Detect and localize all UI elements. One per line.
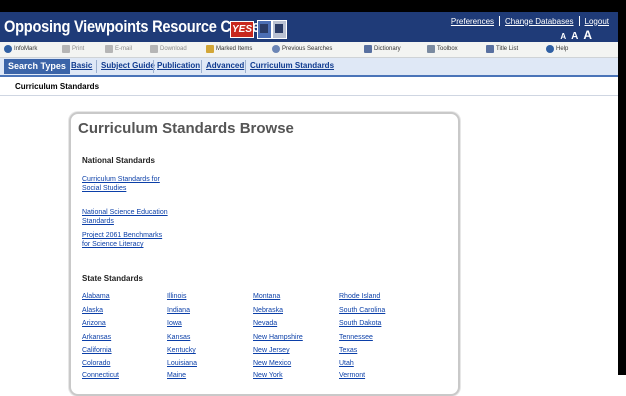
change-databases-link[interactable]: Change Databases bbox=[500, 17, 579, 26]
state-link-texas[interactable]: Texas bbox=[339, 347, 357, 354]
toolbar-label: Help bbox=[556, 46, 569, 52]
tab-divider bbox=[201, 60, 202, 73]
state-link-new-york[interactable]: New York bbox=[253, 372, 283, 379]
previous-searches-button[interactable]: Previous Searches bbox=[272, 45, 332, 53]
tab-subject-guide[interactable]: Subject Guide bbox=[101, 61, 155, 70]
state-link-south-dakota[interactable]: South Dakota bbox=[339, 320, 381, 327]
marked-items-button[interactable]: Marked Items bbox=[206, 45, 252, 53]
logo-tile-icon bbox=[257, 20, 272, 39]
print-button[interactable]: Print bbox=[62, 45, 84, 53]
toolbox-button[interactable]: Toolbox bbox=[427, 45, 458, 53]
state-link-maine[interactable]: Maine bbox=[167, 372, 186, 379]
state-link-vermont[interactable]: Vermont bbox=[339, 372, 365, 379]
marked-items-icon bbox=[206, 45, 214, 53]
state-link-louisiana[interactable]: Louisiana bbox=[167, 360, 197, 367]
tab-divider bbox=[245, 60, 246, 73]
email-icon bbox=[105, 45, 113, 53]
search-types-bar: Search Types Basic Subject Guide Publica… bbox=[0, 58, 618, 77]
infomark-button[interactable]: InfoMark bbox=[4, 45, 37, 53]
breadcrumb: Curriculum Standards bbox=[0, 77, 618, 96]
toolbar-label: Print bbox=[72, 46, 85, 52]
state-link-kentucky[interactable]: Kentucky bbox=[167, 347, 196, 354]
tab-divider bbox=[96, 60, 97, 73]
state-link-nebraska[interactable]: Nebraska bbox=[253, 307, 283, 314]
state-link-utah[interactable]: Utah bbox=[339, 360, 354, 367]
help-button[interactable]: Help bbox=[546, 45, 568, 53]
state-link-new-hampshire[interactable]: New Hampshire bbox=[253, 334, 303, 341]
logo-tile-icon bbox=[272, 20, 287, 39]
state-link-alaska[interactable]: Alaska bbox=[82, 307, 103, 314]
state-link-indiana[interactable]: Indiana bbox=[167, 307, 190, 314]
state-link-new-jersey[interactable]: New Jersey bbox=[253, 347, 290, 354]
toolbar: InfoMark Print E-mail Download Marked It… bbox=[0, 42, 618, 58]
page-title: Curriculum Standards Browse bbox=[78, 120, 294, 137]
state-link-tennessee[interactable]: Tennessee bbox=[339, 334, 373, 341]
state-link-arizona[interactable]: Arizona bbox=[82, 320, 106, 327]
toolbar-label: Previous Searches bbox=[282, 46, 333, 52]
state-link-new-mexico[interactable]: New Mexico bbox=[253, 360, 291, 367]
font-size-large-button[interactable]: A bbox=[583, 28, 592, 42]
download-icon bbox=[150, 45, 158, 53]
font-size-controls: A A A bbox=[560, 28, 592, 42]
tab-publication[interactable]: Publication bbox=[157, 61, 200, 70]
toolbar-label: Dictionary bbox=[374, 46, 401, 52]
download-button[interactable]: Download bbox=[150, 45, 187, 53]
national-standard-link[interactable]: Project 2061 Benchmarks for Science Lite… bbox=[82, 231, 172, 249]
title-list-icon bbox=[486, 45, 494, 53]
state-link-alabama[interactable]: Alabama bbox=[82, 293, 110, 300]
national-standards-heading: National Standards bbox=[82, 156, 155, 165]
state-link-illinois[interactable]: Illinois bbox=[167, 293, 186, 300]
state-link-iowa[interactable]: Iowa bbox=[167, 320, 182, 327]
toolbox-icon bbox=[427, 45, 435, 53]
logout-link[interactable]: Logout bbox=[580, 17, 614, 26]
curriculum-standards-browse-panel: Curriculum Standards Browse National Sta… bbox=[69, 112, 460, 396]
state-link-south-carolina[interactable]: South Carolina bbox=[339, 307, 385, 314]
yes-logo-badge: YES bbox=[230, 21, 254, 38]
national-standard-link[interactable]: National Science Education Standards bbox=[82, 208, 172, 226]
dictionary-icon bbox=[364, 45, 372, 53]
tab-divider bbox=[153, 60, 154, 73]
breadcrumb-current: Curriculum Standards bbox=[15, 82, 100, 91]
font-size-small-button[interactable]: A bbox=[560, 32, 566, 41]
window-frame-right bbox=[618, 0, 626, 375]
previous-searches-icon bbox=[272, 45, 280, 53]
state-link-montana[interactable]: Montana bbox=[253, 293, 280, 300]
toolbar-label: InfoMark bbox=[14, 46, 38, 52]
dictionary-button[interactable]: Dictionary bbox=[364, 45, 401, 53]
toolbar-label: E-mail bbox=[115, 46, 133, 52]
search-types-heading: Search Types bbox=[4, 59, 70, 74]
state-link-connecticut[interactable]: Connecticut bbox=[82, 372, 119, 379]
national-standard-link[interactable]: Curriculum Standards for Social Studies bbox=[82, 175, 172, 193]
tab-basic[interactable]: Basic bbox=[71, 61, 92, 70]
state-link-kansas[interactable]: Kansas bbox=[167, 334, 190, 341]
toolbar-label: Toolbox bbox=[437, 46, 458, 52]
state-link-colorado[interactable]: Colorado bbox=[82, 360, 110, 367]
toolbar-label: Title List bbox=[496, 46, 519, 52]
email-button[interactable]: E-mail bbox=[105, 45, 132, 53]
header-links: Preferences Change Databases Logout bbox=[446, 14, 614, 28]
state-link-arkansas[interactable]: Arkansas bbox=[82, 334, 111, 341]
tab-curriculum-standards[interactable]: Curriculum Standards bbox=[250, 61, 334, 70]
print-icon bbox=[62, 45, 70, 53]
state-standards-heading: State Standards bbox=[82, 274, 143, 283]
state-link-nevada[interactable]: Nevada bbox=[253, 320, 277, 327]
toolbar-label: Download bbox=[160, 46, 187, 52]
window-frame-top bbox=[0, 0, 626, 12]
font-size-medium-button[interactable]: A bbox=[571, 31, 578, 42]
toolbar-label: Marked Items bbox=[216, 46, 253, 52]
app-header: Opposing Viewpoints Resource Center YES … bbox=[0, 12, 618, 42]
state-link-rhode-island[interactable]: Rhode Island bbox=[339, 293, 380, 300]
help-icon bbox=[546, 45, 554, 53]
preferences-link[interactable]: Preferences bbox=[446, 17, 499, 26]
state-link-california[interactable]: California bbox=[82, 347, 112, 354]
tab-advanced[interactable]: Advanced bbox=[206, 61, 244, 70]
infomark-icon bbox=[4, 45, 12, 53]
app-title: Opposing Viewpoints Resource Center bbox=[4, 17, 266, 36]
title-list-button[interactable]: Title List bbox=[486, 45, 518, 53]
